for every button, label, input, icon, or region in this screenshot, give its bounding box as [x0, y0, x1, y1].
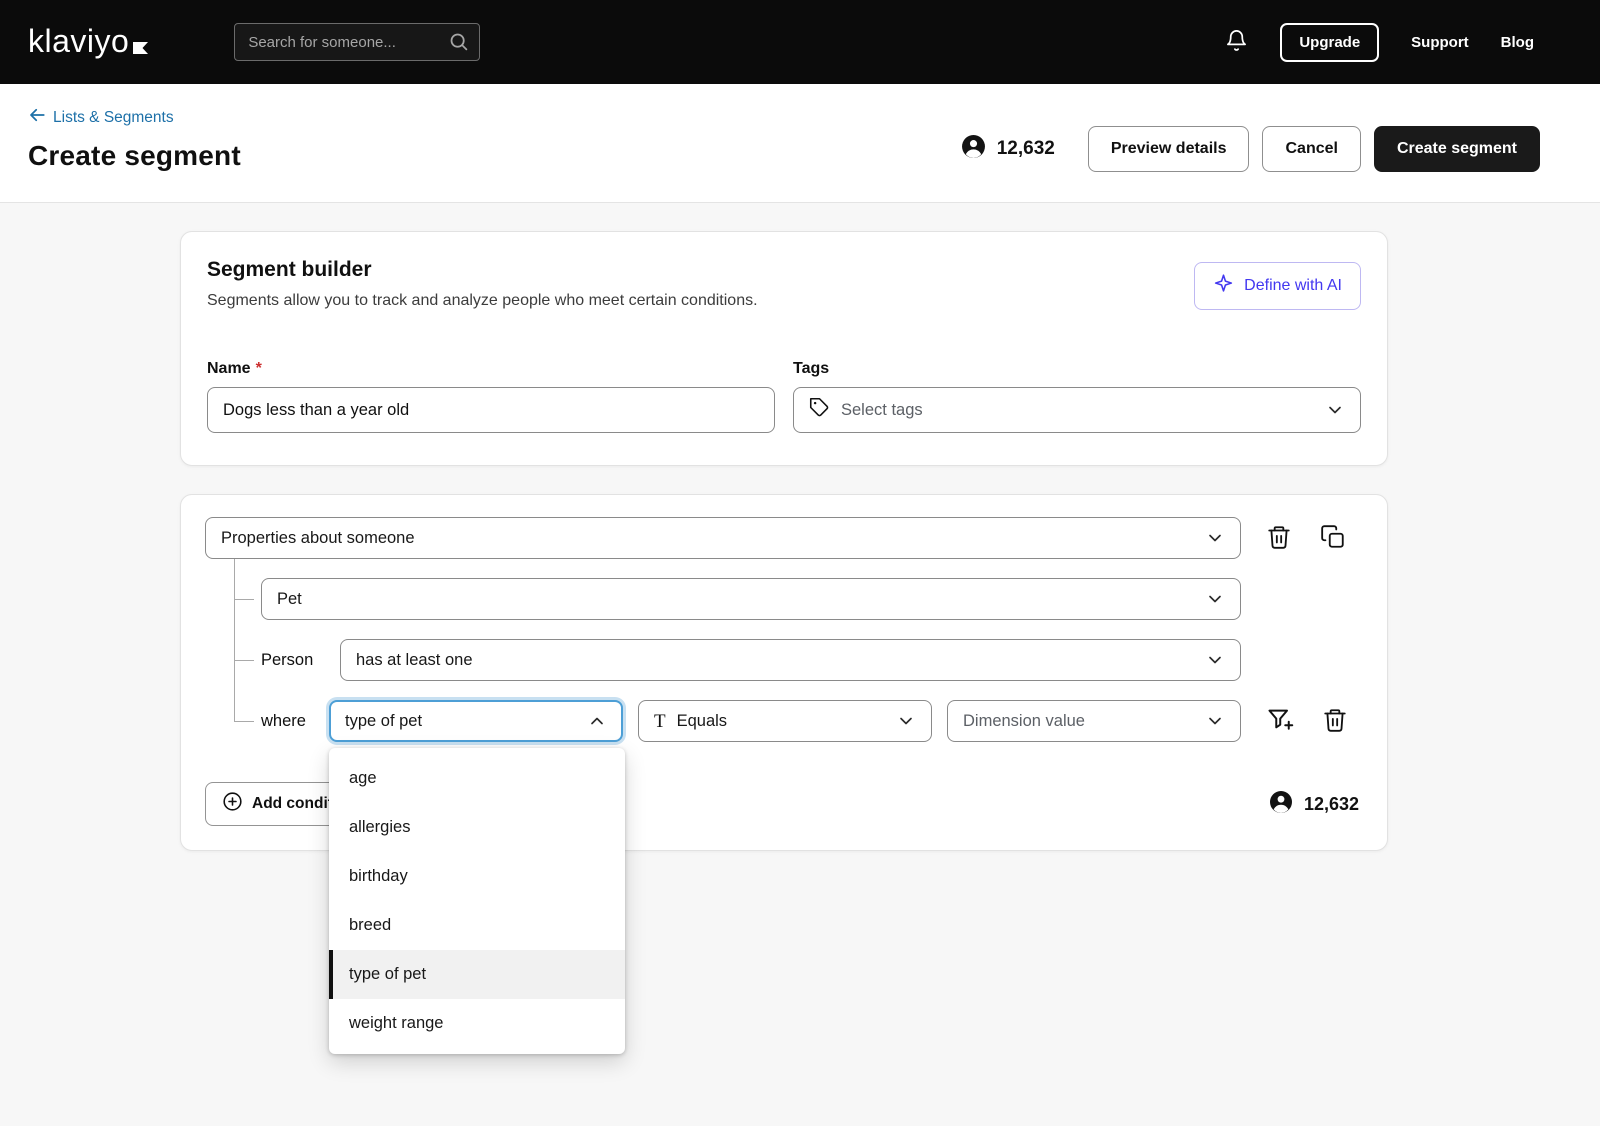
back-link-label: Lists & Segments — [53, 109, 174, 127]
blog-link[interactable]: Blog — [1501, 34, 1534, 51]
trash-icon — [1322, 707, 1348, 736]
chevron-down-icon — [896, 711, 916, 731]
dropdown-option[interactable]: birthday — [329, 852, 625, 901]
name-field: Name * — [207, 360, 775, 433]
tags-field: Tags Select tags — [793, 360, 1361, 433]
operator-value: Equals — [677, 712, 727, 731]
support-link[interactable]: Support — [1411, 34, 1469, 51]
tree-connector — [234, 559, 235, 721]
card-subtitle: Segments allow you to track and analyze … — [207, 292, 758, 310]
chevron-down-icon — [1205, 528, 1225, 548]
quantifier-value: has at least one — [356, 651, 473, 670]
value-placeholder: Dimension value — [963, 712, 1085, 731]
add-filter-button[interactable] — [1266, 706, 1294, 737]
delete-condition-button[interactable] — [1266, 524, 1292, 553]
dropdown-option[interactable]: age — [329, 754, 625, 803]
page-header-left: Lists & Segments Create segment — [28, 106, 241, 172]
klaviyo-logo[interactable]: klaviyo — [28, 25, 148, 59]
profile-count-value: 12,632 — [997, 138, 1055, 160]
property-value: Pet — [277, 590, 302, 609]
condition-profile-count-value: 12,632 — [1304, 794, 1359, 815]
top-nav: klaviyo Upgrade Support Blog — [0, 0, 1600, 84]
back-link-lists-segments[interactable]: Lists & Segments — [28, 106, 174, 129]
chevron-down-icon — [1325, 400, 1345, 420]
quantifier-select[interactable]: has at least one — [340, 639, 1241, 681]
property-select[interactable]: Pet — [261, 578, 1241, 620]
tags-placeholder: Select tags — [841, 401, 923, 420]
logo-text: klaviyo — [28, 25, 129, 57]
copy-icon — [1320, 524, 1346, 553]
back-arrow-icon — [28, 106, 46, 129]
trash-icon — [1266, 524, 1292, 553]
cancel-button[interactable]: Cancel — [1262, 126, 1360, 172]
dropdown-option[interactable]: weight range — [329, 999, 625, 1048]
segment-builder-heading: Segment builder Segments allow you to tr… — [207, 258, 758, 310]
text-type-icon: T — [654, 712, 666, 731]
global-search — [234, 23, 480, 61]
search-input[interactable] — [234, 23, 480, 61]
filter-plus-icon — [1266, 706, 1294, 737]
dropdown-option-selected[interactable]: type of pet — [329, 950, 625, 999]
page-header: Lists & Segments Create segment 12,632 P… — [0, 84, 1600, 203]
dropdown-option[interactable]: allergies — [329, 803, 625, 852]
tags-label: Tags — [793, 360, 829, 378]
sparkle-icon — [1213, 273, 1234, 299]
plus-circle-icon — [222, 791, 243, 817]
profiles-icon — [961, 134, 986, 165]
tag-icon — [809, 397, 830, 423]
condition-card: Properties about someone — [180, 494, 1388, 851]
page-header-actions: 12,632 Preview details Cancel Create seg… — [961, 126, 1540, 172]
define-with-ai-button[interactable]: Define with AI — [1194, 262, 1361, 310]
dropdown-option[interactable]: breed — [329, 901, 625, 950]
condition-profile-count: 12,632 — [1269, 790, 1359, 819]
person-label: Person — [261, 651, 340, 670]
logo-flag-icon — [133, 27, 148, 59]
card-title: Segment builder — [207, 258, 758, 282]
notifications-button[interactable] — [1225, 29, 1248, 55]
upgrade-button[interactable]: Upgrade — [1280, 23, 1379, 62]
dimension-value: type of pet — [345, 712, 422, 731]
where-label: where — [261, 712, 329, 731]
tree-connector — [234, 599, 254, 600]
segment-builder-card: Segment builder Segments allow you to tr… — [180, 231, 1388, 466]
top-nav-actions: Upgrade Support Blog — [1225, 23, 1534, 62]
required-marker: * — [256, 360, 262, 378]
profiles-icon — [1269, 790, 1293, 819]
main-content: Segment builder Segments allow you to tr… — [0, 203, 1600, 851]
duplicate-condition-button[interactable] — [1320, 524, 1346, 553]
tags-select[interactable]: Select tags — [793, 387, 1361, 433]
condition-category-value: Properties about someone — [221, 529, 415, 548]
page-title: Create segment — [28, 140, 241, 172]
operator-select[interactable]: T Equals — [638, 700, 932, 742]
tree-connector — [234, 721, 254, 722]
delete-row-button[interactable] — [1322, 707, 1348, 736]
define-with-ai-label: Define with AI — [1244, 277, 1342, 295]
profile-count: 12,632 — [961, 134, 1055, 165]
bell-icon — [1225, 29, 1248, 55]
tree-connector — [234, 660, 254, 661]
create-segment-button[interactable]: Create segment — [1374, 126, 1540, 172]
chevron-down-icon — [1205, 711, 1225, 731]
chevron-down-icon — [1205, 589, 1225, 609]
condition-category-select[interactable]: Properties about someone — [205, 517, 1241, 559]
dimension-select[interactable]: type of pet — [329, 700, 623, 742]
value-select[interactable]: Dimension value — [947, 700, 1241, 742]
segment-name-input[interactable] — [207, 387, 775, 433]
chevron-up-icon — [587, 711, 607, 731]
chevron-down-icon — [1205, 650, 1225, 670]
name-label: Name — [207, 360, 251, 378]
dimension-dropdown: age allergies birthday breed type of pet… — [329, 748, 625, 1054]
preview-details-button[interactable]: Preview details — [1088, 126, 1250, 172]
